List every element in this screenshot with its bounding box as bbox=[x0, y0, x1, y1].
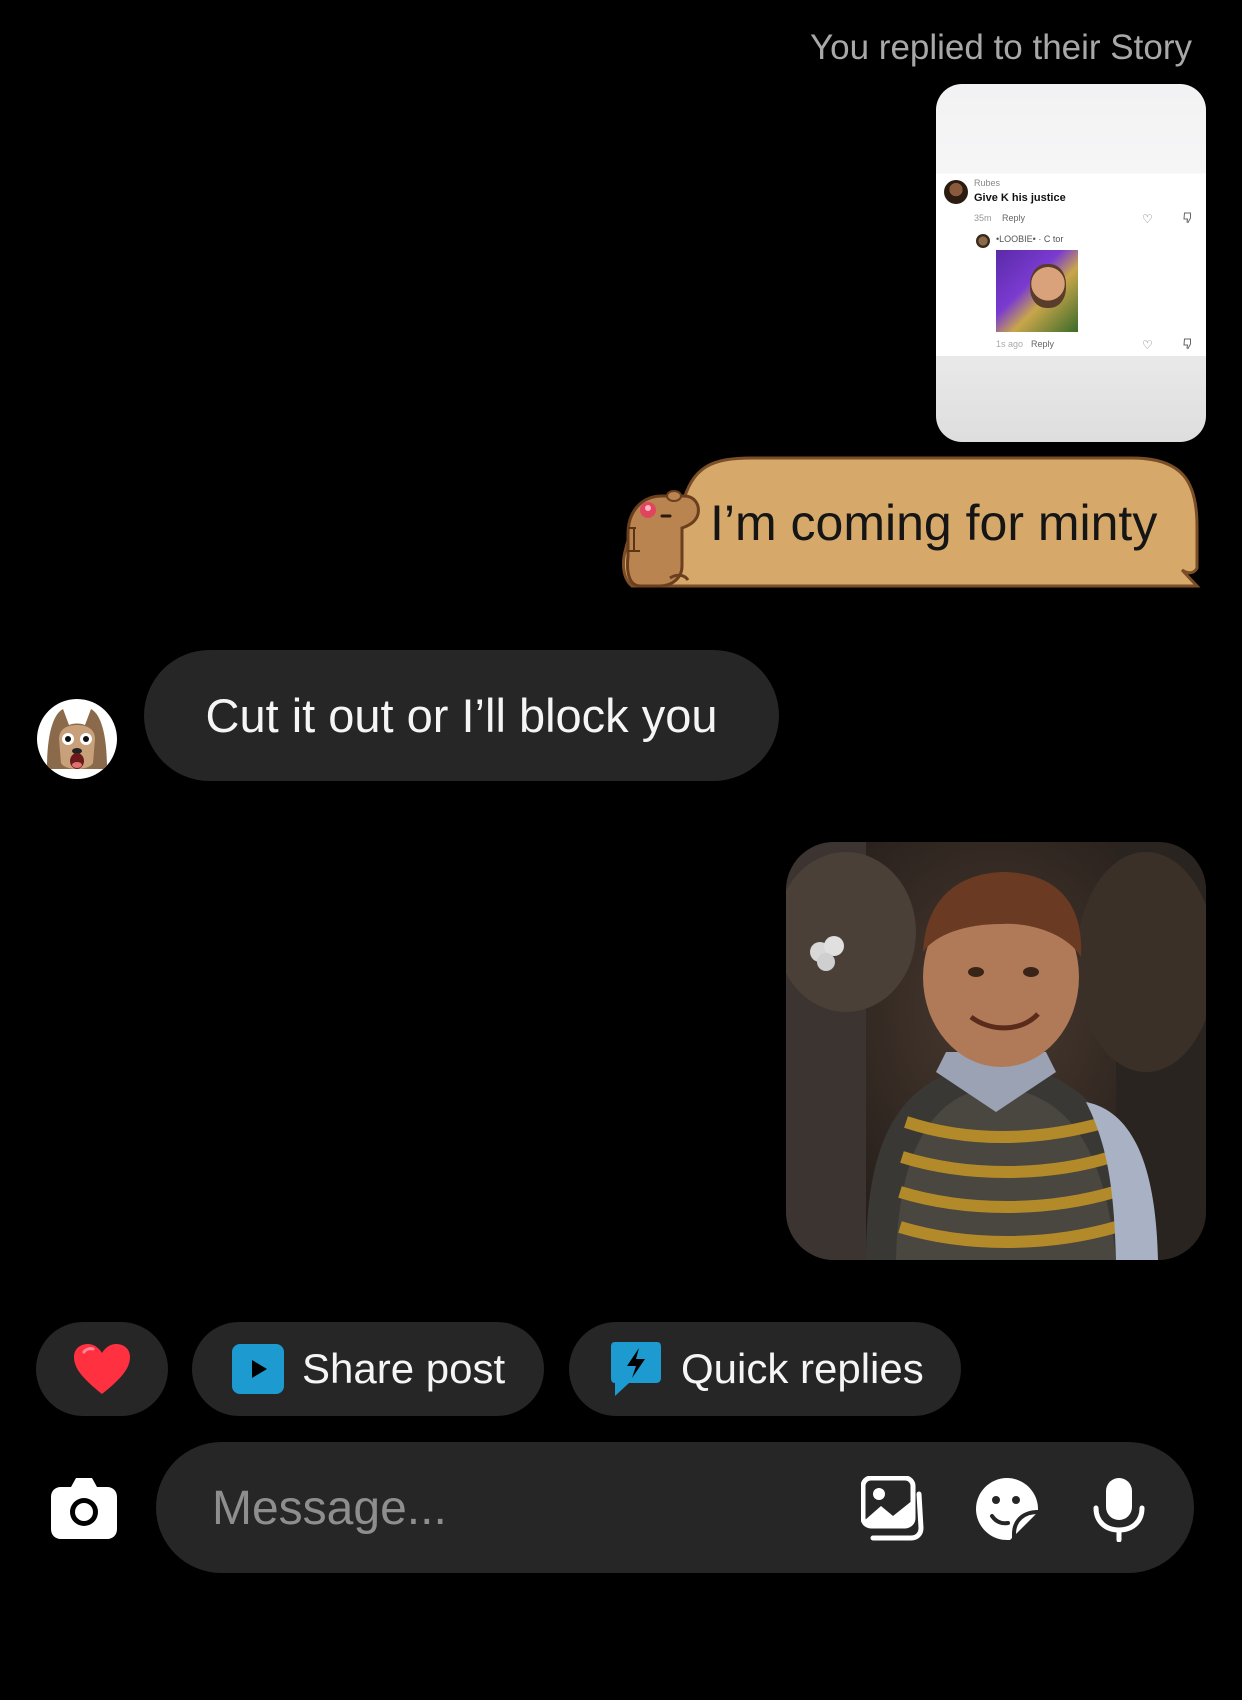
story-reply-card[interactable]: Rubes Give K his justice 35m Reply ♡ •LO… bbox=[936, 84, 1206, 442]
received-message-bubble[interactable]: Cut it out or I’ll block you bbox=[144, 650, 779, 781]
story-comment-reply: Reply bbox=[1002, 213, 1026, 223]
microphone-icon[interactable] bbox=[1086, 1476, 1152, 1542]
story-comment-time: 35m bbox=[974, 213, 992, 223]
story-comment-text: Give K his justice bbox=[974, 192, 1066, 204]
story-nested-like-icon: ♡ bbox=[1142, 338, 1153, 352]
story-nested-reply: Reply bbox=[1031, 339, 1055, 349]
contact-avatar[interactable] bbox=[37, 699, 117, 779]
capybara-message-text: I’m coming for minty bbox=[710, 495, 1158, 551]
sticker-icon[interactable] bbox=[974, 1476, 1040, 1542]
story-nested-avatar bbox=[976, 234, 990, 248]
story-commenter-avatar bbox=[944, 180, 968, 204]
heart-icon bbox=[74, 1344, 130, 1394]
quick-replies-icon bbox=[611, 1342, 661, 1396]
heart-reaction-button[interactable] bbox=[36, 1322, 168, 1416]
quick-replies-button[interactable]: Quick replies bbox=[569, 1322, 961, 1416]
story-nested-username: •LOOBIE• · C tor bbox=[996, 234, 1064, 244]
camera-button[interactable] bbox=[49, 1473, 119, 1541]
story-nested-dislike-icon bbox=[1182, 338, 1194, 353]
share-post-icon bbox=[232, 1344, 284, 1394]
story-like-icon: ♡ bbox=[1142, 212, 1153, 226]
share-post-button[interactable]: Share post bbox=[192, 1322, 544, 1416]
story-commenter-username: Rubes bbox=[974, 178, 1001, 188]
camera-icon bbox=[51, 1478, 117, 1539]
gif-message[interactable] bbox=[786, 842, 1206, 1260]
message-composer bbox=[156, 1442, 1194, 1575]
quick-replies-label: Quick replies bbox=[681, 1345, 924, 1392]
story-nested-time: 1s ago bbox=[996, 339, 1024, 349]
story-dislike-icon bbox=[1182, 212, 1194, 227]
message-input[interactable] bbox=[210, 1442, 774, 1575]
story-comment-image-face bbox=[1030, 264, 1066, 308]
received-message-text: Cut it out or I’ll block you bbox=[205, 689, 718, 742]
share-post-label: Share post bbox=[302, 1345, 506, 1392]
story-reply-header: You replied to their Story bbox=[810, 28, 1192, 67]
gallery-icon[interactable] bbox=[861, 1476, 927, 1542]
